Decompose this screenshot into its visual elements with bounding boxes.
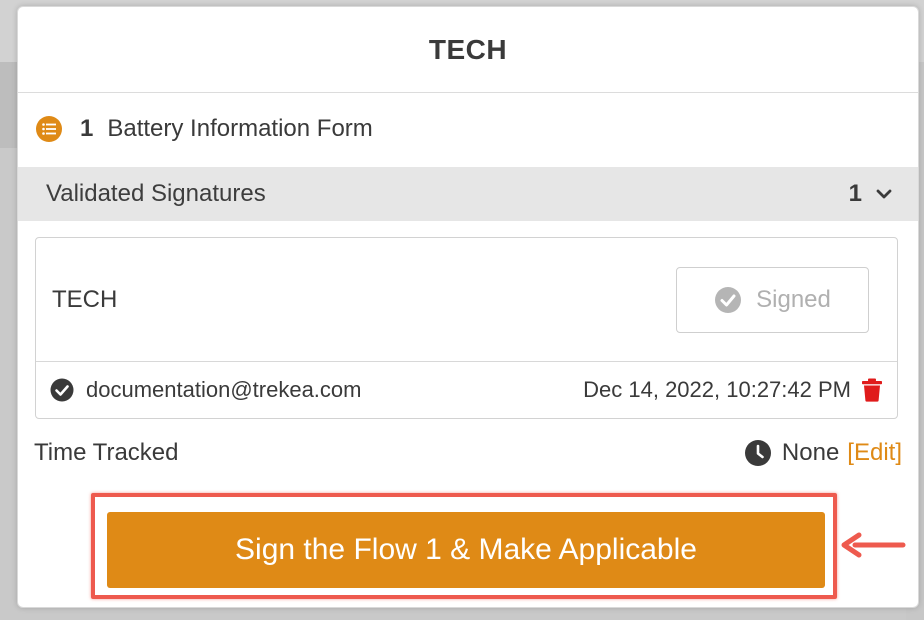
form-name: Battery Information Form	[107, 115, 373, 142]
clock-icon	[744, 440, 771, 466]
signed-button[interactable]: Signed	[676, 266, 869, 333]
modal-header: TECH	[18, 7, 918, 93]
signed-timestamp: Dec 14, 2022, 10:27:42 PM	[583, 377, 851, 402]
validated-signatures-title: Validated Signatures	[46, 180, 266, 207]
signed-label: Signed	[756, 285, 831, 313]
time-tracked-label: Time Tracked	[34, 439, 179, 466]
check-circle-icon	[715, 286, 742, 313]
trash-icon[interactable]	[861, 378, 883, 402]
signatures-count: 1	[848, 180, 862, 207]
arrow-left-icon	[841, 532, 906, 558]
form-row: 1 Battery Information Form	[36, 115, 373, 143]
sign-flow-button[interactable]: Sign the Flow 1 & Make Applicable	[107, 512, 825, 588]
signature-role-row: TECH Signed	[36, 238, 897, 362]
time-tracked-row: Time Tracked None [Edit]	[34, 439, 902, 467]
modal-title: TECH	[428, 33, 508, 65]
signature-card: TECH Signed documentation@trekea.com Dec…	[35, 237, 898, 419]
sign-flow-button-label: Sign the Flow 1 & Make Applicable	[235, 533, 697, 566]
list-icon	[36, 116, 62, 142]
validated-signatures-toggle[interactable]: Validated Signatures 1	[18, 167, 918, 221]
signature-role: TECH	[52, 285, 118, 313]
verified-check-icon	[50, 378, 74, 402]
chevron-down-icon[interactable]	[876, 186, 892, 202]
time-tracked-value: None	[781, 439, 840, 466]
signer-email: documentation@trekea.com	[86, 377, 362, 402]
edit-time-link[interactable]: [Edit]	[847, 439, 902, 467]
form-count: 1	[80, 115, 94, 142]
signature-user-row: documentation@trekea.com Dec 14, 2022, 1…	[36, 362, 897, 418]
